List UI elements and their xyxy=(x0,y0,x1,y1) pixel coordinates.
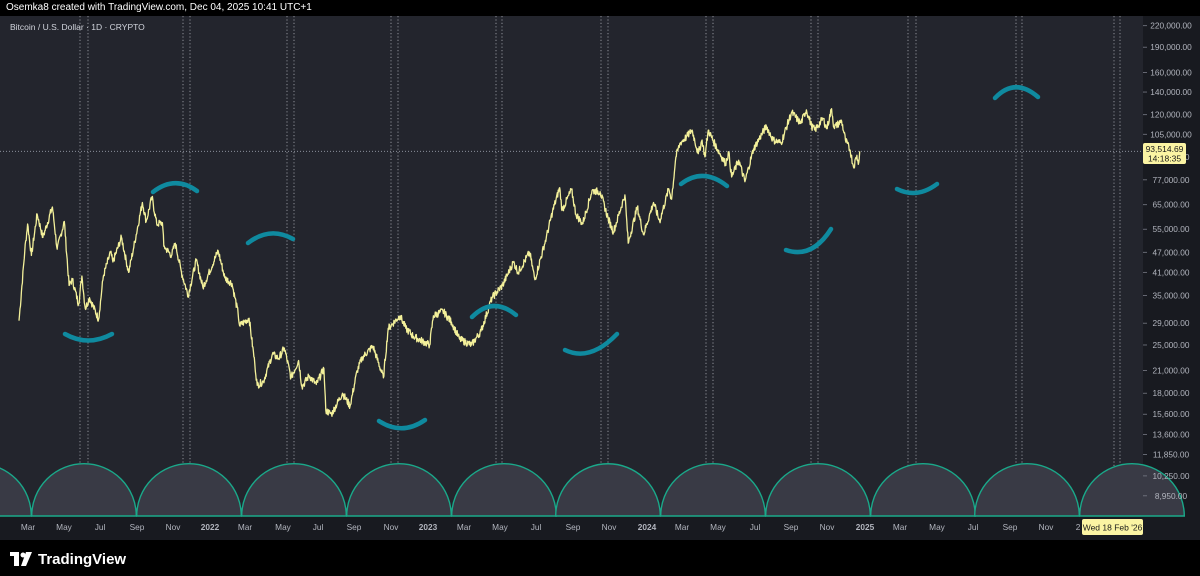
price-axis-label: 10,250.00 xyxy=(1153,471,1190,481)
time-axis-label: Jul xyxy=(531,522,542,532)
price-axis-label: 120,000.00 xyxy=(1150,110,1192,120)
tradingview-logo[interactable]: TradingView xyxy=(10,548,126,570)
price-axis-label: 220,000.00 xyxy=(1150,21,1192,31)
plot-background xyxy=(0,16,1143,516)
price-axis-label: 29,000.00 xyxy=(1153,318,1190,328)
time-axis-label: May xyxy=(56,522,73,532)
crosshair-date-label: Wed 18 Feb '26 xyxy=(1082,519,1143,535)
price-label-countdown: 14:18:35 xyxy=(1148,154,1181,164)
time-axis-label: Nov xyxy=(166,522,182,532)
price-axis-label: 105,000.00 xyxy=(1150,129,1192,139)
time-axis-label: May xyxy=(710,522,727,532)
price-axis-label: 41,000.00 xyxy=(1153,267,1190,277)
price-axis-label: 13,600.00 xyxy=(1153,429,1190,439)
time-axis-label: Sep xyxy=(566,522,581,532)
time-axis-label: Nov xyxy=(1039,522,1055,532)
current-price-label: 93,514.69 14:18:35 xyxy=(1143,143,1186,164)
time-axis-label: Nov xyxy=(820,522,836,532)
time-axis-label: May xyxy=(275,522,292,532)
price-label-value: 93,514.69 xyxy=(1146,144,1184,154)
price-axis-label: 21,000.00 xyxy=(1153,366,1190,376)
footer-bar: TradingView xyxy=(0,540,1200,576)
top-caption-bar: Osemka8 created with TradingView.com, De… xyxy=(0,0,1200,16)
price-chart-svg[interactable]: 220,000.00 190,000.00 160,000.00 140,000.00… xyxy=(0,16,1200,540)
time-axis-label: May xyxy=(929,522,946,532)
time-axis-label: Nov xyxy=(602,522,618,532)
time-axis-label: Jul xyxy=(968,522,979,532)
time-axis-label: 2025 xyxy=(856,522,875,532)
chart-title: Bitcoin / U.S. Dollar · 1D · CRYPTO xyxy=(10,22,145,32)
time-axis-label: Jul xyxy=(750,522,761,532)
time-axis-label: 2024 xyxy=(638,522,657,532)
price-axis-label: 35,000.00 xyxy=(1153,291,1190,301)
time-axis-label: 2022 xyxy=(201,522,220,532)
price-axis-label: 55,000.00 xyxy=(1153,224,1190,234)
time-axis-label: Mar xyxy=(675,522,690,532)
chart-caption: Osemka8 created with TradingView.com, De… xyxy=(6,2,312,13)
price-axis-label: 25,000.00 xyxy=(1153,340,1190,350)
brand-name: TradingView xyxy=(38,550,127,568)
price-axis-label: 77,000.00 xyxy=(1153,175,1190,185)
price-axis-label: 8,950.00 xyxy=(1155,491,1188,501)
time-axis-label: Mar xyxy=(457,522,472,532)
time-axis-label: Mar xyxy=(238,522,253,532)
chart-area[interactable]: 220,000.00 190,000.00 160,000.00 140,000.00… xyxy=(0,16,1200,540)
time-axis-label: 2 xyxy=(1076,522,1081,532)
time-axis-label: Sep xyxy=(1003,522,1018,532)
time-axis-label: Mar xyxy=(21,522,36,532)
price-axis-label: 65,000.00 xyxy=(1153,200,1190,210)
cycle-half-circles xyxy=(0,463,1186,517)
price-axis-label: 160,000.00 xyxy=(1150,67,1192,77)
price-axis-label: 190,000.00 xyxy=(1150,42,1192,52)
price-axis-label: 140,000.00 xyxy=(1150,87,1192,97)
price-axis-label: 15,600.00 xyxy=(1153,409,1190,419)
time-axis-label: Nov xyxy=(384,522,400,532)
price-axis-label: 47,000.00 xyxy=(1153,247,1190,257)
time-axis-label: Mar xyxy=(893,522,908,532)
tradingview-logo-icon xyxy=(10,552,32,566)
price-axis-label: 18,000.00 xyxy=(1153,388,1190,398)
time-axis-label: 2023 xyxy=(419,522,438,532)
time-axis-label: Jul xyxy=(313,522,324,532)
time-axis-label: Sep xyxy=(784,522,799,532)
date-label-text: Wed 18 Feb '26 xyxy=(1083,523,1143,533)
time-axis-label: May xyxy=(492,522,509,532)
price-axis-label: 11,850.00 xyxy=(1153,450,1190,460)
time-axis-label: Sep xyxy=(130,522,145,532)
time-axis-label: Jul xyxy=(95,522,106,532)
time-axis-label: Sep xyxy=(347,522,362,532)
